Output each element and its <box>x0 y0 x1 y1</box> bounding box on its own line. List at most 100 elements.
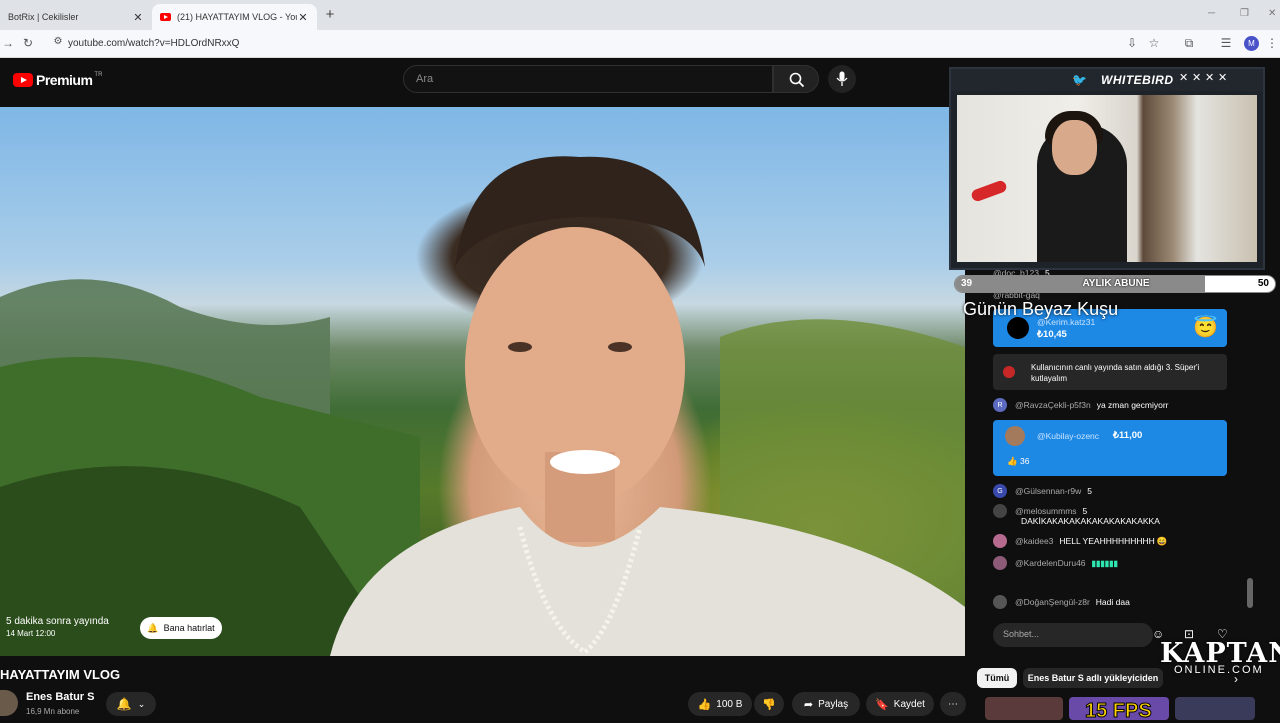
chat-user: @Gülsennan-r9w <box>1015 486 1082 496</box>
thumbnail[interactable] <box>985 697 1063 720</box>
video-title: HAYATTAYIM VLOG <box>0 667 121 682</box>
reading-list-icon[interactable]: ☰ <box>1218 36 1234 50</box>
chat-user: @kaidee3 <box>1015 536 1054 546</box>
extensions-icon[interactable]: ⧉ <box>1181 36 1197 51</box>
game-emotes-icon: ▮▮▮▮▮▮ <box>1091 558 1118 568</box>
youtube-header: Premium TR Ara <box>0 59 960 107</box>
close-icon: ✕ <box>1179 72 1189 84</box>
filter-uploader-chip[interactable]: Enes Batur S adlı yükleyiciden <box>1023 668 1163 688</box>
youtube-favicon-icon <box>160 13 171 21</box>
goal-current: 39 <box>961 278 973 289</box>
live-chat-panel: @doc_b123 5 @rabbit-gaq @Kerim.katz31 ₺1… <box>977 268 1257 660</box>
chat-text: 5 <box>1082 506 1088 516</box>
avatar <box>1005 426 1025 446</box>
microphone-icon <box>836 71 848 86</box>
save-button[interactable]: 🔖 Kaydet <box>866 692 934 716</box>
streamer-face <box>1052 120 1097 175</box>
dislike-button[interactable]: 👎 <box>754 692 784 716</box>
chat-message: @KardelenDuru46 ▮▮▮▮▮▮ <box>993 556 1118 570</box>
install-icon[interactable]: ⇩ <box>1124 36 1140 50</box>
angel-emoji-icon: 😇 <box>1193 317 1218 339</box>
webcam-feed <box>957 95 1257 262</box>
chat-text: HELL YEAHHHHHHHHH <box>1059 536 1155 546</box>
chat-input[interactable]: Sohbet... <box>993 623 1153 647</box>
region-label: TR <box>94 72 103 78</box>
chat-text: ya zman gecmiyorr <box>1096 400 1169 410</box>
address-bar[interactable]: youtube.com/watch?v=HDLOrdNRxxQ <box>68 38 239 49</box>
chat-text: Hadi daa <box>1095 597 1130 607</box>
schedule-date: 14 Mart 12:00 <box>6 629 56 638</box>
site-info-icon[interactable]: ⚙ <box>50 36 66 47</box>
subscriber-goal-bar: AYLIK ABUNE 39 50 <box>954 275 1276 293</box>
chat-message: G @Gülsennan-r9w 5 <box>993 484 1092 498</box>
forward-icon[interactable]: → <box>0 36 16 50</box>
new-tab-icon[interactable]: + <box>322 6 338 23</box>
notice-text: Kullanıcının canlı yayında satın aldığı … <box>1031 363 1200 383</box>
notification-bell-button[interactable]: 🔔 ⌄ <box>106 692 156 716</box>
goal-label: AYLIK ABUNE <box>1082 278 1150 289</box>
more-horizontal-icon: ⋯ <box>948 698 958 710</box>
thumbnail[interactable] <box>1175 697 1255 720</box>
avatar: G <box>993 484 1007 498</box>
more-actions-button[interactable]: ⋯ <box>940 692 966 716</box>
webcam-header: 🐦 WHITEBIRD ✕ ✕ ✕ ✕ <box>951 69 1263 91</box>
profile-avatar[interactable]: M <box>1244 36 1259 51</box>
like-count: 100 B <box>716 698 743 710</box>
chat-message: @DoğanŞengül-z8r Hadi daa <box>993 595 1130 609</box>
subscriber-count: 16,9 Mn abone <box>26 707 80 716</box>
chat-scrollbar[interactable] <box>1247 578 1253 608</box>
share-label: Paylaş <box>818 698 849 710</box>
bookmark-star-icon[interactable]: ☆ <box>1146 36 1162 50</box>
notice-card: Kullanıcının canlı yayında satın aldığı … <box>993 354 1227 390</box>
filter-all-chip[interactable]: Tümü <box>977 668 1017 688</box>
overlay-brand: WHITEBIRD <box>1101 73 1174 87</box>
channel-name[interactable]: Enes Batur S <box>26 691 94 703</box>
close-window-icon[interactable]: ✕ <box>1268 8 1276 19</box>
avatar <box>993 504 1007 518</box>
video-player[interactable] <box>0 107 965 656</box>
avatar <box>993 595 1007 609</box>
share-icon: ➦ <box>803 698 814 711</box>
webcam-overlay: 🐦 WHITEBIRD ✕ ✕ ✕ ✕ <box>949 67 1265 270</box>
video-frame <box>0 156 965 656</box>
superchat-amount: ₺11,00 <box>1113 430 1143 441</box>
share-button[interactable]: ➦ Paylaş <box>792 692 860 716</box>
chat-user: @melosummms <box>1015 506 1077 516</box>
close-tab-icon[interactable]: ✕ <box>297 11 309 24</box>
superchat-likes[interactable]: 👍 36 <box>1007 456 1029 467</box>
chat-message: R @RavzaÇekli-p5f3n ya zman gecmiyorr <box>993 398 1169 412</box>
minimize-icon[interactable]: ─ <box>1208 8 1215 19</box>
chat-user: @RavzaÇekli-p5f3n <box>1015 400 1091 410</box>
overlay-caption: Günün Beyaz Kuşu <box>963 299 1119 319</box>
close-tab-icon[interactable]: ✕ <box>132 11 144 24</box>
remind-me-button[interactable]: 🔔 Bana hatırlat <box>140 617 222 639</box>
youtube-logo[interactable]: Premium TR <box>13 72 102 88</box>
twitter-bird-icon: 🐦 <box>1072 73 1087 87</box>
voice-search-button[interactable] <box>828 65 856 93</box>
close-icon: ✕ <box>1218 72 1228 84</box>
channel-avatar[interactable] <box>0 690 18 716</box>
chat-user: @DoğanŞengül-z8r <box>1015 597 1090 607</box>
tab-title: BotRix | Cekilisler <box>8 12 79 22</box>
superchat-card[interactable]: @Kubilay-ozenc ₺11,00 👍 36 <box>993 420 1227 476</box>
browser-tab-botrix[interactable]: BotRix | Cekilisler ✕ <box>0 4 152 30</box>
bell-icon: 🔔 <box>147 622 159 633</box>
bell-icon: 🔔 <box>116 697 132 711</box>
maximize-icon[interactable]: ❐ <box>1240 8 1249 19</box>
emoji-icon: 😄 <box>1156 535 1168 546</box>
menu-kebab-icon[interactable]: ⋮ <box>1264 36 1280 50</box>
avatar <box>993 534 1007 548</box>
search-input[interactable]: Ara <box>403 65 773 93</box>
like-button[interactable]: 👍 100 B <box>688 692 752 716</box>
celebration-icon <box>1003 366 1015 378</box>
reload-icon[interactable]: ↻ <box>20 36 36 50</box>
avatar: R <box>993 398 1007 412</box>
search-button[interactable] <box>773 65 819 93</box>
thumbs-up-icon: 👍 <box>697 698 712 711</box>
search-placeholder: Ara <box>416 73 434 85</box>
search-icon <box>789 72 805 88</box>
tab-title: (21) HAYATTAYIM VLOG - YouTube <box>177 12 297 22</box>
youtube-play-icon <box>13 73 33 87</box>
browser-tab-youtube[interactable]: (21) HAYATTAYIM VLOG - YouTube ✕ <box>152 4 317 30</box>
browser-toolbar: → ↻ ⚙ youtube.com/watch?v=HDLOrdNRxxQ ⇩ … <box>0 30 1280 58</box>
